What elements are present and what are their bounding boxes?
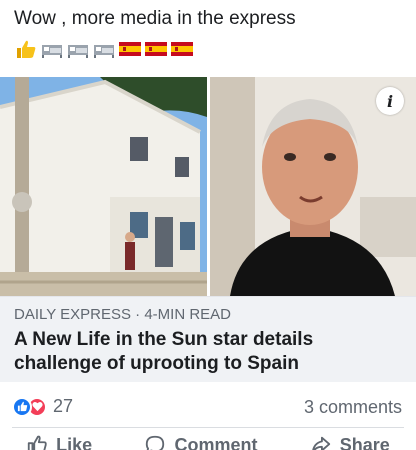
read-time: 4-MIN READ	[144, 306, 232, 323]
bed-icon	[42, 45, 62, 58]
spain-flag-icon	[145, 42, 167, 56]
reactions-summary[interactable]: 27	[12, 396, 73, 417]
thumbs-up-icon	[17, 40, 36, 58]
like-label: Like	[56, 434, 93, 450]
share-icon	[311, 436, 330, 450]
comment-label: Comment	[174, 434, 258, 450]
link-preview-card[interactable]: DAILY EXPRESS · 4-MIN READ A New Life in…	[0, 296, 416, 382]
house-photo[interactable]	[0, 77, 207, 296]
actions-divider	[12, 427, 404, 428]
reaction-count: 27	[53, 396, 74, 416]
post-actions: Like Comment Share	[0, 434, 416, 450]
house-image	[0, 77, 207, 296]
spain-flag-icon	[171, 42, 193, 56]
post-text: Wow , more media in the express	[14, 8, 296, 29]
source-name: DAILY EXPRESS	[14, 306, 131, 323]
article-headline[interactable]: A New Life in the Sun star details chall…	[14, 328, 404, 376]
comments-count[interactable]: 3 comments	[304, 397, 402, 418]
spain-flag-icon	[119, 42, 141, 56]
comment-icon	[146, 435, 165, 450]
emoji-row	[14, 38, 194, 60]
like-reaction-icon	[12, 396, 32, 417]
share-button[interactable]: Share	[310, 434, 390, 450]
share-label: Share	[339, 434, 390, 450]
link-preview-images[interactable]: i	[0, 77, 416, 296]
source-line: DAILY EXPRESS · 4-MIN READ	[14, 306, 231, 323]
info-icon[interactable]: i	[376, 87, 404, 115]
man-photo[interactable]: i	[210, 77, 416, 296]
source-separator: ·	[131, 306, 145, 323]
bed-icon	[94, 45, 114, 58]
like-icon	[27, 435, 47, 450]
bed-icon	[68, 45, 88, 58]
like-button[interactable]: Like	[26, 434, 92, 450]
comment-button[interactable]: Comment	[144, 434, 257, 450]
